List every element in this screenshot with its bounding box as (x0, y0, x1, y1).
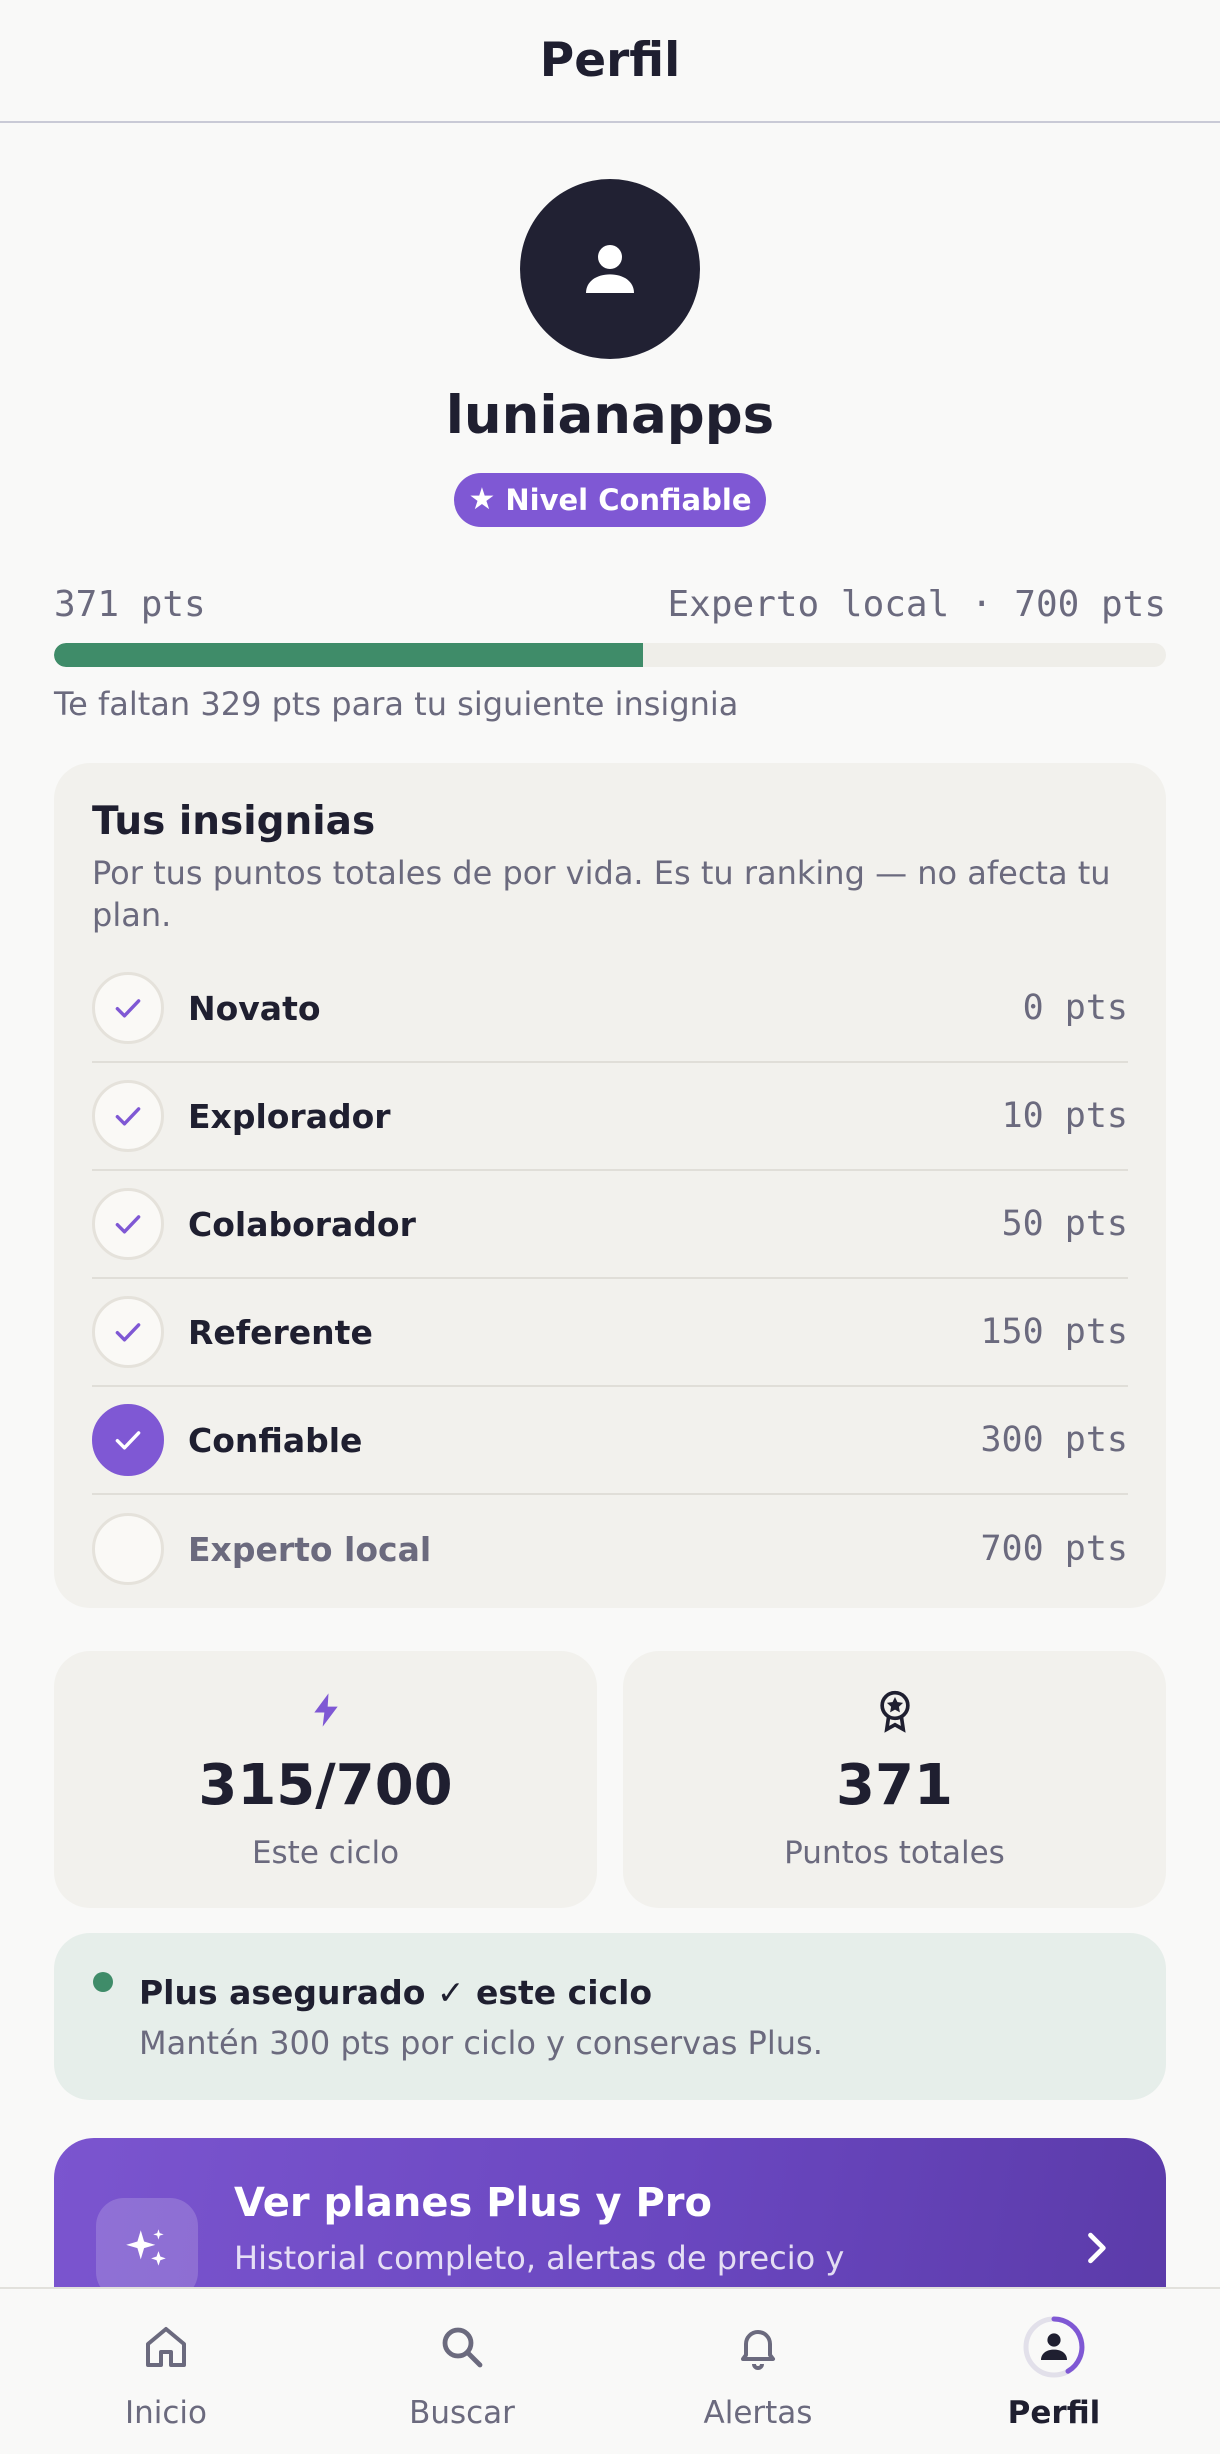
badge-status-indicator (92, 1296, 164, 1368)
points-missing-text: Te faltan 329 pts para tu siguiente insi… (54, 685, 739, 723)
award-icon (879, 1690, 910, 1733)
badge-status-indicator (92, 1080, 164, 1152)
tab-label: Perfil (1007, 2395, 1101, 2431)
badge-name: Explorador (188, 1096, 391, 1136)
progress-labels: 371 pts Experto local · 700 pts (54, 584, 1166, 625)
sparkles-icon (126, 2229, 166, 2266)
badge-status-indicator (92, 1513, 164, 1585)
current-points: 371 pts (54, 584, 206, 625)
username: lunianapps (445, 385, 775, 446)
promo-title: Ver planes Plus y Pro (234, 2180, 712, 2226)
badge-points: 0 pts (1022, 988, 1128, 1028)
badge-progress-bar (54, 643, 1166, 667)
tab-buscar[interactable]: Buscar (342, 2289, 582, 2454)
user-icon (586, 245, 634, 293)
star-icon: ★ (468, 482, 496, 517)
plus-status-description: Mantén 300 pts por ciclo y conservas Plu… (139, 2024, 823, 2062)
level-badge-label: Nivel Confiable (505, 483, 752, 517)
app-header: Perfil (0, 0, 1220, 123)
cycle-points-label: Este ciclo (251, 1835, 400, 1871)
badge-points: 700 pts (980, 1529, 1128, 1569)
badge-row: Explorador 10 pts (92, 1063, 1128, 1171)
bolt-icon (313, 1693, 338, 1727)
badges-card: Tus insignias Por tus puntos totales de … (54, 763, 1166, 1608)
tab-label: Buscar (409, 2395, 515, 2431)
next-badge-points: Experto local · 700 pts (667, 584, 1167, 625)
total-points-value: 371 (836, 1753, 953, 1818)
promo-description: Historial completo, alertas de precio y (234, 2239, 845, 2277)
tab-inicio[interactable]: Inicio (46, 2289, 286, 2454)
plus-status-title: Plus asegurado ✓ este ciclo (139, 1973, 653, 2012)
profile-icon (1023, 2316, 1085, 2378)
tab-label: Inicio (124, 2395, 208, 2431)
tab-perfil[interactable]: Perfil (934, 2289, 1174, 2454)
sparkles-icon-box (96, 2198, 198, 2300)
check-icon (115, 1107, 141, 1126)
badges-subtitle: Por tus puntos totales de por vida. Es t… (92, 854, 1111, 934)
badge-row: Referente 150 pts (92, 1279, 1128, 1387)
search-icon (442, 2327, 483, 2368)
badge-row: Colaborador 50 pts (92, 1171, 1128, 1279)
badge-points: 50 pts (1001, 1204, 1128, 1244)
total-points-label: Puntos totales (784, 1835, 1005, 1871)
badge-points: 10 pts (1001, 1096, 1128, 1136)
badge-status-indicator (92, 1188, 164, 1260)
badge-name: Confiable (188, 1420, 363, 1460)
badge-progress-fill (54, 643, 644, 667)
badge-name: Experto local (188, 1529, 432, 1569)
page-title: Perfil (539, 33, 681, 88)
bell-icon (741, 2330, 775, 2370)
level-badge: ★ Nivel Confiable (454, 473, 766, 527)
cycle-points-card: 315/700 Este ciclo (54, 1651, 597, 1908)
tab-alertas[interactable]: Alertas (638, 2289, 878, 2454)
badge-name: Colaborador (188, 1204, 416, 1244)
avatar[interactable] (520, 179, 700, 359)
badge-points: 300 pts (980, 1420, 1128, 1460)
plus-status-card: Plus asegurado ✓ este ciclo Mantén 300 p… (54, 1933, 1166, 2100)
badges-title: Tus insignias (92, 799, 376, 844)
tab-label: Alertas (703, 2395, 813, 2431)
total-points-card: 371 Puntos totales (623, 1651, 1166, 1908)
badge-points: 150 pts (980, 1312, 1128, 1352)
chevron-right-icon (1088, 2232, 1106, 2264)
badge-status-indicator (92, 972, 164, 1044)
badge-status-indicator (92, 1404, 164, 1476)
bottom-tab-bar: Inicio Buscar Alertas Perfil (0, 2287, 1220, 2454)
badge-row: Experto local 700 pts (92, 1495, 1128, 1603)
badge-row: Novato 0 pts (92, 955, 1128, 1063)
cycle-points-value: 315/700 (198, 1753, 453, 1818)
badge-row: Confiable 300 pts (92, 1387, 1128, 1495)
check-icon (115, 1323, 141, 1342)
status-dot (93, 1972, 113, 1992)
check-icon (115, 1431, 141, 1450)
badge-name: Novato (188, 988, 321, 1028)
badge-list: Novato 0 pts Explorador 10 pts Colaborador 50… (92, 955, 1128, 1603)
home-icon (146, 2327, 186, 2367)
check-icon (115, 999, 141, 1018)
badge-name: Referente (188, 1312, 373, 1352)
check-icon (115, 1215, 141, 1234)
